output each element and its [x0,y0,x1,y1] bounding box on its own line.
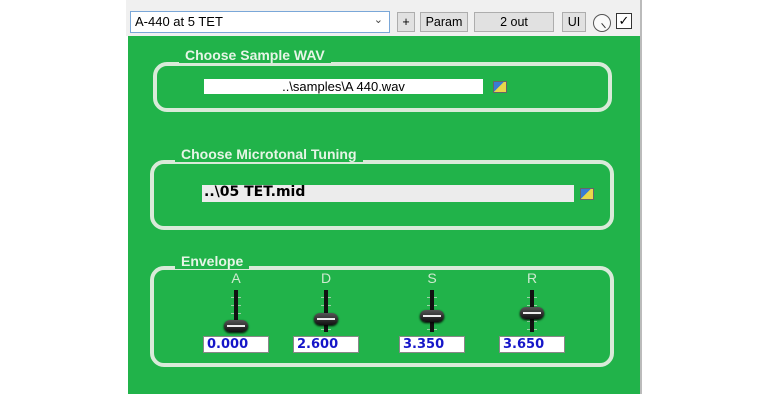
bypass-checkbox[interactable]: ✓ [616,13,632,29]
slider-release[interactable]: R 3.650 [499,270,572,360]
envelope-group-title: Envelope [175,253,250,269]
tuning-group-title: Choose Microtonal Tuning [175,146,363,162]
slider-sustain[interactable]: S 3.350 [399,270,472,360]
sample-path-field[interactable]: ..\samples\A 440.wav [204,79,483,94]
add-button[interactable]: + [397,12,415,32]
preset-value: A-440 at 5 TET [135,14,223,29]
slider-thumb[interactable] [420,310,444,322]
browse-sample-icon[interactable] [493,81,507,93]
outputs-button[interactable]: 2 out [474,12,554,32]
param-button[interactable]: Param [420,12,468,32]
slider-attack[interactable]: A 0.000 [203,270,276,360]
sample-group-title: Choose Sample WAV [179,47,331,63]
sustain-value[interactable]: 3.350 [399,336,465,353]
slider-thumb[interactable] [224,320,248,332]
attack-value[interactable]: 0.000 [203,336,269,353]
slider-thumb[interactable] [520,307,544,319]
slider-decay[interactable]: D 2.600 [293,270,366,360]
preset-dropdown[interactable]: A-440 at 5 TET ⌄ [130,11,390,33]
slider-label: D [320,270,332,286]
ui-button[interactable]: UI [562,12,586,32]
release-value[interactable]: 3.650 [499,336,565,353]
window-border [640,0,642,394]
slider-label: S [427,270,437,286]
decay-value[interactable]: 2.600 [293,336,359,353]
slider-thumb[interactable] [314,313,338,325]
slider-track [324,290,328,332]
chevron-down-icon: ⌄ [373,14,383,26]
browse-tuning-icon[interactable] [580,188,594,200]
knob-icon[interactable] [593,14,611,32]
slider-label: R [526,270,538,286]
tuning-path-field[interactable]: ..\05 TET.mid [202,185,574,202]
slider-label: A [231,270,241,286]
